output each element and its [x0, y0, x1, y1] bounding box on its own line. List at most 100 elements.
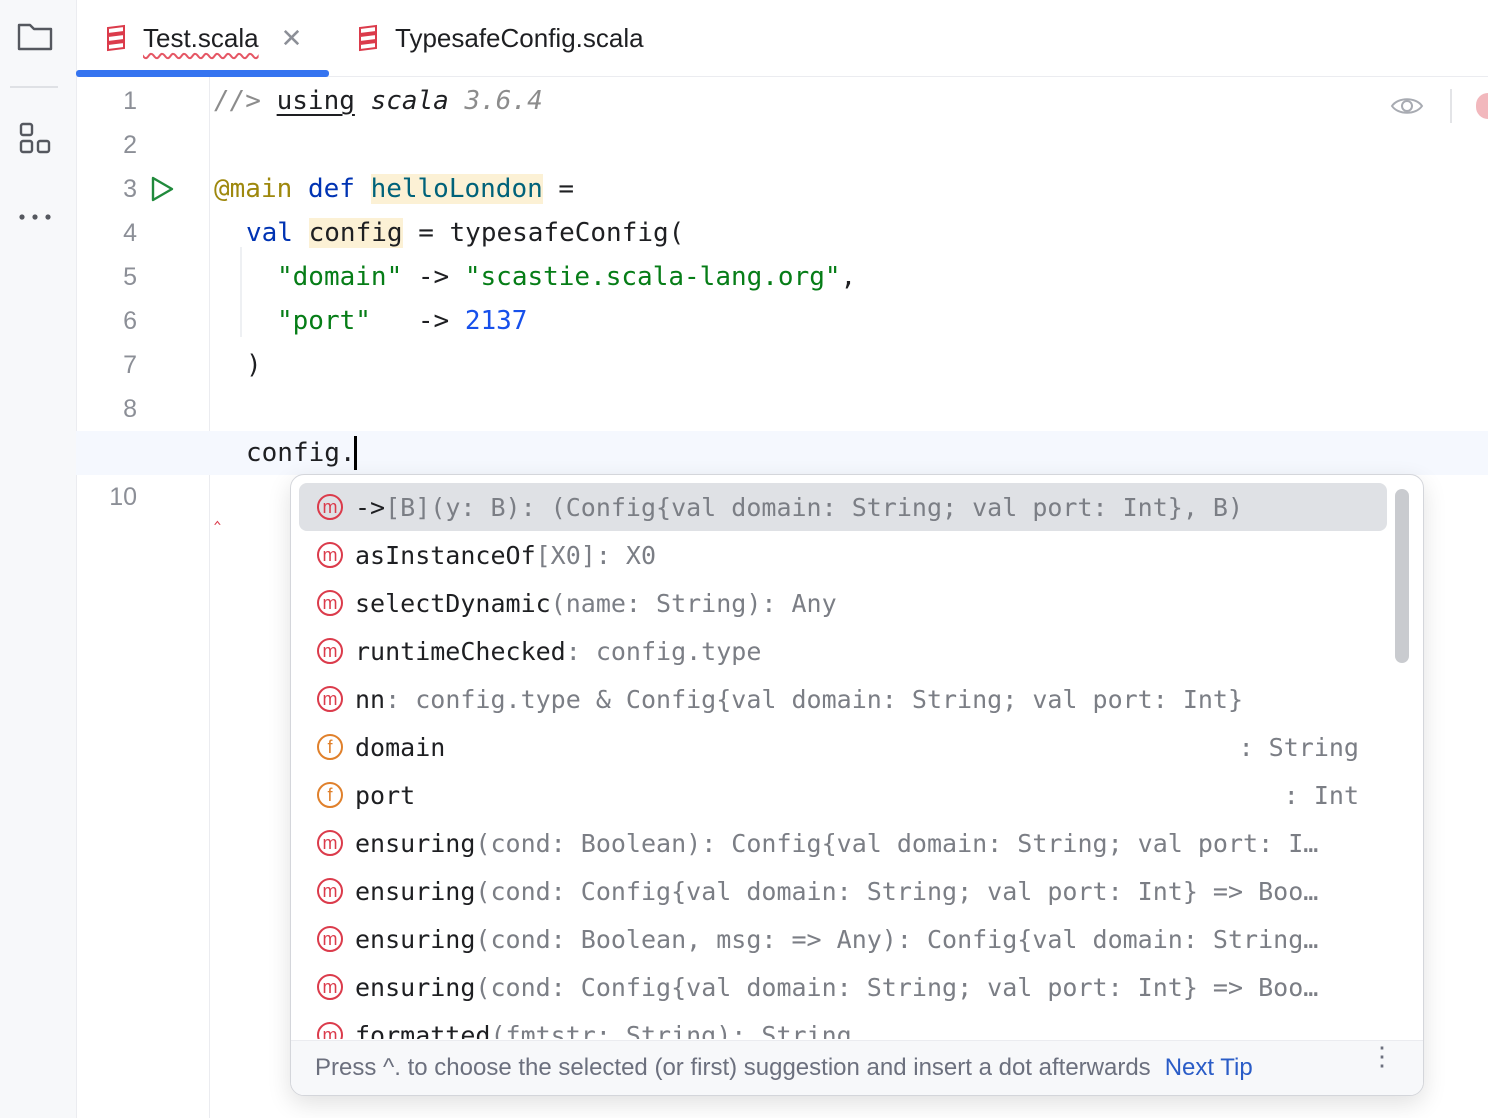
method-kind-icon: m — [317, 1022, 343, 1039]
completion-item[interactable]: m ensuring (cond: Boolean, msg: => Any): C… — [299, 915, 1387, 963]
completion-item[interactable]: m ensuring (cond: Config{val domain: Strin… — [299, 867, 1387, 915]
method-kind-icon: m — [317, 686, 343, 712]
line-number: 3 — [123, 175, 137, 203]
code-text: = — [542, 174, 575, 204]
completion-item[interactable]: m asInstanceOf [X0]: X0 — [299, 531, 1387, 579]
method-kind-icon: m — [317, 926, 343, 952]
next-tip-link[interactable]: Next Tip — [1165, 1054, 1253, 1082]
completion-item[interactable]: m -> [B](y: B): (Config{val domain: String… — [299, 483, 1387, 531]
completion-item-signature: (cond: Config{val domain: String; val po… — [475, 876, 1319, 906]
inspection-indicator-icon[interactable] — [1476, 93, 1488, 119]
field-kind-icon: f — [317, 734, 343, 760]
completion-item-name: asInstanceOf — [355, 540, 536, 570]
completion-item-signature: (cond: Boolean): Config{val domain: Stri… — [475, 828, 1319, 858]
code-line-6: "port" -> 2137 — [277, 299, 527, 343]
completion-item-name: selectDynamic — [355, 588, 551, 618]
completion-item[interactable]: m runtimeChecked: config.type — [299, 627, 1387, 675]
completion-item-name: formatted — [355, 1020, 491, 1040]
completion-item-name: port — [355, 780, 416, 810]
footer-tip-text: Press ^. to choose the selected (or firs… — [315, 1054, 1151, 1081]
code-text: config. — [246, 438, 356, 468]
run-icon[interactable] — [149, 175, 175, 208]
completion-item-type: : String — [1238, 732, 1359, 762]
code-line-5: "domain" -> "scastie.scala-lang.org", — [277, 255, 856, 299]
completion-item-name: ensuring — [355, 972, 476, 1002]
reader-mode-eye-icon[interactable] — [1390, 95, 1424, 121]
completion-item-name: ensuring — [355, 924, 476, 954]
completion-item-signature: : config.type — [565, 636, 762, 666]
method-kind-icon: m — [317, 878, 343, 904]
completion-item[interactable]: m ensuring (cond: Config{val domain: Strin… — [299, 963, 1387, 1011]
function-name-token: helloLondon — [370, 174, 543, 204]
completion-popup: m -> [B](y: B): (Config{val domain: String… — [290, 474, 1424, 1096]
completion-item-name: -> — [355, 492, 386, 522]
scala-token: scala — [370, 86, 449, 116]
completion-item-signature: (cond: Config{val domain: String; val po… — [475, 972, 1319, 1002]
completion-scrollbar[interactable] — [1395, 489, 1409, 663]
string-token: "domain" — [277, 262, 403, 292]
scala-file-icon — [107, 24, 125, 52]
tab-test-scala[interactable]: Test.scala ✕ — [76, 0, 329, 77]
completion-item-signature: [B](y: B): (Config{val domain: String; v… — [385, 492, 1244, 522]
line-number: 8 — [123, 395, 137, 423]
completion-item[interactable]: f port : Int — [299, 771, 1387, 819]
completion-item[interactable]: m ensuring (cond: Boolean): Config{val dom… — [299, 819, 1387, 867]
string-token: "port" — [277, 306, 371, 336]
annotation-token: @main — [214, 174, 293, 204]
code-text: -> — [402, 262, 465, 292]
completion-item-name: ensuring — [355, 876, 476, 906]
completion-item[interactable]: m formatted (fmtstr: String): String — [299, 1011, 1387, 1039]
identifier-token: config — [308, 218, 403, 248]
tab-label: TypesafeConfig.scala — [395, 22, 644, 53]
completion-item-signature: : config.type & Config{val domain: Strin… — [385, 684, 1244, 714]
editor-tab-bar: Test.scala ✕ TypesafeConfig.scala — [76, 0, 1488, 77]
line-number: 7 — [123, 351, 137, 379]
code-line-1: //> using scala 3.6.4 — [214, 79, 543, 123]
line-number: 2 — [123, 131, 137, 159]
number-token: 2137 — [464, 306, 528, 336]
tab-typesafeconfig-scala[interactable]: TypesafeConfig.scala — [357, 0, 644, 76]
more-options-icon[interactable]: ⋮ — [1369, 1043, 1395, 1069]
method-kind-icon: m — [317, 638, 343, 664]
project-folder-icon[interactable] — [14, 15, 56, 57]
active-tab-indicator — [76, 70, 329, 77]
line-number: 10 — [109, 483, 137, 511]
code-text: ) — [246, 350, 262, 380]
keyword-token: def — [307, 174, 355, 204]
code-line-4: val config = typesafeConfig( — [246, 211, 684, 255]
close-tab-icon[interactable]: ✕ — [281, 23, 303, 54]
line-number: 5 — [123, 263, 137, 291]
indent-guide — [240, 247, 242, 337]
text-caret — [354, 436, 357, 470]
structure-icon[interactable] — [14, 117, 56, 159]
field-kind-icon: f — [317, 782, 343, 808]
more-tools-icon[interactable] — [14, 196, 56, 238]
line-number: 6 — [123, 307, 137, 335]
keyword-token: val — [246, 218, 293, 248]
tab-label: Test.scala — [143, 22, 259, 53]
completion-item[interactable]: m nn: config.type & Config{val domain: St… — [299, 675, 1387, 723]
comment-token: //> — [214, 86, 261, 116]
completion-item-name: domain — [355, 732, 446, 762]
code-line-7: ) — [246, 343, 262, 387]
completion-item[interactable]: f domain : String — [299, 723, 1387, 771]
tool-separator — [10, 86, 58, 88]
completion-list[interactable]: m -> [B](y: B): (Config{val domain: String… — [291, 475, 1423, 1039]
scala-file-icon — [359, 24, 377, 52]
editor-gutter: 1 2 3 4 5 6 7 8 9 10 — [77, 77, 210, 1118]
code-text: -> — [370, 306, 465, 336]
completion-item[interactable]: m selectDynamic (name: String): Any — [299, 579, 1387, 627]
completion-item-signature: (fmtstr: String): String — [490, 1020, 852, 1040]
completion-item-type: : Int — [1283, 780, 1359, 810]
completion-item-signature: [X0]: X0 — [535, 540, 657, 570]
completion-footer: Press ^. to choose the selected (or firs… — [291, 1040, 1423, 1095]
code-line-9: config. — [246, 431, 356, 475]
method-kind-icon: m — [317, 590, 343, 616]
toolbar-separator — [1450, 89, 1452, 123]
line-number: 4 — [123, 219, 137, 247]
completion-item-signature: (cond: Boolean, msg: => Any): Config{val… — [475, 924, 1319, 954]
method-kind-icon: m — [317, 494, 343, 520]
line-number: 1 — [123, 87, 137, 115]
completion-item-name: ensuring — [355, 828, 476, 858]
string-token: "scastie.scala-lang.org" — [464, 262, 841, 292]
